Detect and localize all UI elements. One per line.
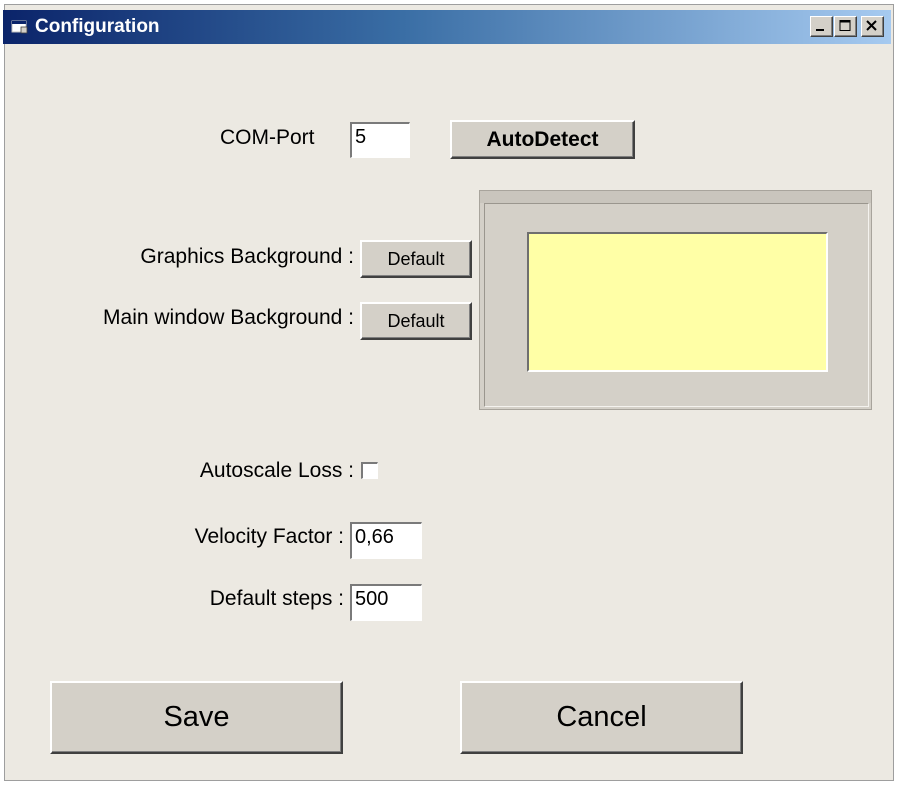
- main-window-background-label: Main window Background :: [103, 306, 354, 329]
- color-preview-swatch[interactable]: [527, 232, 828, 372]
- app-window-icon[interactable]: [11, 19, 28, 34]
- close-button[interactable]: [861, 16, 884, 37]
- window-title: Configuration: [35, 16, 160, 37]
- main-window-background-default-button[interactable]: Default: [360, 302, 472, 340]
- autodetect-button[interactable]: AutoDetect: [450, 120, 635, 159]
- default-steps-input[interactable]: 500: [350, 584, 422, 621]
- graphics-background-default-button[interactable]: Default: [360, 240, 472, 278]
- minimize-icon: [816, 29, 824, 31]
- maximize-icon: [839, 20, 851, 31]
- velocity-factor-label: Velocity Factor :: [194, 525, 344, 548]
- velocity-factor-input[interactable]: 0,66: [350, 522, 422, 559]
- preview-panel-header: [480, 191, 871, 203]
- maximize-button[interactable]: [834, 16, 857, 37]
- autoscale-loss-checkbox[interactable]: [361, 462, 378, 479]
- default-steps-label: Default steps :: [209, 587, 344, 610]
- com-port-label: COM-Port: [220, 126, 315, 149]
- close-icon: [866, 20, 877, 31]
- com-port-input[interactable]: 5: [350, 122, 410, 158]
- save-button[interactable]: Save: [50, 681, 343, 754]
- title-bar[interactable]: Configuration: [3, 10, 891, 44]
- autoscale-loss-label: Autoscale Loss :: [199, 459, 354, 482]
- graphics-background-label: Graphics Background :: [140, 245, 354, 268]
- cancel-button[interactable]: Cancel: [460, 681, 743, 754]
- minimize-button[interactable]: [810, 16, 833, 37]
